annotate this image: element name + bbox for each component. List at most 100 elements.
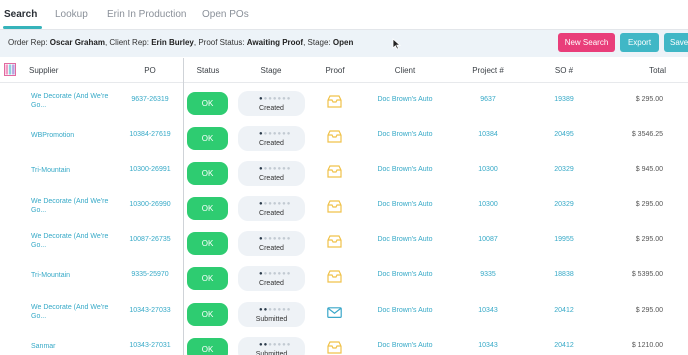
project-link[interactable]: 10300 xyxy=(478,201,497,208)
so-link[interactable]: 18838 xyxy=(554,271,573,278)
status-ok-button[interactable]: OK xyxy=(187,162,228,185)
client-link[interactable]: Doc Brown's Auto xyxy=(377,96,432,103)
project-link[interactable]: 10384 xyxy=(478,131,497,138)
criteria-order-rep-value: Oscar Graham xyxy=(49,38,105,47)
stage-indicator[interactable]: ●●●●●●● Submitted xyxy=(238,337,305,355)
column-header-stage[interactable]: Stage xyxy=(261,66,282,75)
new-search-button[interactable]: New Search xyxy=(558,33,615,52)
po-link[interactable]: 10384-27619 xyxy=(129,131,170,138)
table-row: WBPromotion 10384-27619 OK ●●●●●●● Created Do… xyxy=(0,121,688,157)
mail-open-icon[interactable] xyxy=(327,270,342,283)
save-button[interactable]: Save xyxy=(664,33,688,52)
tab-lookup[interactable]: Lookup xyxy=(55,9,88,20)
mail-open-icon[interactable] xyxy=(327,235,342,248)
po-link[interactable]: 9637-26319 xyxy=(131,96,168,103)
criteria-client-rep-value: Erin Burley xyxy=(151,38,194,47)
status-ok-button[interactable]: OK xyxy=(187,127,228,150)
tab-search[interactable]: Search xyxy=(4,9,37,20)
status-ok-button[interactable]: OK xyxy=(187,303,228,326)
stage-indicator[interactable]: ●●●●●●● Created xyxy=(238,126,305,151)
supplier-link[interactable]: We Decorate (And We're Go... xyxy=(31,303,121,321)
so-link[interactable]: 20412 xyxy=(554,307,573,314)
tab-erin-in-production[interactable]: Erin In Production xyxy=(107,9,187,20)
mail-open-icon[interactable] xyxy=(327,130,342,143)
criteria-proof-status-label: , Proof Status: xyxy=(193,38,247,47)
po-link[interactable]: 10300-26991 xyxy=(129,166,170,173)
so-link[interactable]: 20329 xyxy=(554,201,573,208)
total-value: $ 295.00 xyxy=(635,307,663,314)
so-link[interactable]: 20412 xyxy=(554,342,573,349)
export-button[interactable]: Export xyxy=(620,33,659,52)
status-ok-button[interactable]: OK xyxy=(187,232,228,255)
project-link[interactable]: 9637 xyxy=(480,96,496,103)
total-value: $ 295.00 xyxy=(635,201,663,208)
column-header-client[interactable]: Client xyxy=(395,66,415,75)
so-link[interactable]: 19955 xyxy=(554,236,573,243)
po-link[interactable]: 10343-27033 xyxy=(129,307,170,314)
columns-icon[interactable] xyxy=(4,63,16,76)
stage-indicator[interactable]: ●●●●●●● Created xyxy=(238,161,305,186)
po-link[interactable]: 10087-26735 xyxy=(129,236,170,243)
client-link[interactable]: Doc Brown's Auto xyxy=(377,342,432,349)
table-row: We Decorate (And We're Go... 10300-26990 O… xyxy=(0,191,688,227)
supplier-link[interactable]: WBPromotion xyxy=(31,131,121,140)
client-link[interactable]: Doc Brown's Auto xyxy=(377,166,432,173)
status-ok-button[interactable]: OK xyxy=(187,338,228,355)
column-header-total[interactable]: Total xyxy=(649,66,666,75)
supplier-link[interactable]: We Decorate (And We're Go... xyxy=(31,232,121,250)
project-link[interactable]: 10300 xyxy=(478,166,497,173)
status-ok-button[interactable]: OK xyxy=(187,92,228,115)
stage-indicator[interactable]: ●●●●●●● Created xyxy=(238,266,305,291)
stage-progress-dots: ●●●●●●● xyxy=(259,201,292,207)
supplier-link[interactable]: Tri-Mountain xyxy=(31,166,121,175)
so-link[interactable]: 19389 xyxy=(554,96,573,103)
column-header-proof[interactable]: Proof xyxy=(325,66,344,75)
stage-indicator[interactable]: ●●●●●●● Created xyxy=(238,91,305,116)
client-link[interactable]: Doc Brown's Auto xyxy=(377,201,432,208)
client-link[interactable]: Doc Brown's Auto xyxy=(377,236,432,243)
stage-indicator[interactable]: ●●●●●●● Submitted xyxy=(238,302,305,327)
status-ok-button[interactable]: OK xyxy=(187,267,228,290)
supplier-link[interactable]: Tri-Mountain xyxy=(31,271,121,280)
so-link[interactable]: 20495 xyxy=(554,131,573,138)
client-link[interactable]: Doc Brown's Auto xyxy=(377,307,432,314)
envelope-icon[interactable] xyxy=(327,306,342,319)
criteria-proof-status-value: Awaiting Proof xyxy=(246,38,304,47)
status-ok-button[interactable]: OK xyxy=(187,197,228,220)
table-row: We Decorate (And We're Go... 10343-27033 O… xyxy=(0,297,688,333)
project-link[interactable]: 9335 xyxy=(480,271,496,278)
project-link[interactable]: 10343 xyxy=(478,307,497,314)
column-header-po[interactable]: PO xyxy=(144,66,156,75)
stage-progress-dots: ●●●●●●● xyxy=(259,96,292,102)
stage-label: Submitted xyxy=(255,351,288,355)
client-link[interactable]: Doc Brown's Auto xyxy=(377,131,432,138)
project-link[interactable]: 10343 xyxy=(478,342,497,349)
stage-progress-dots: ●●●●●●● xyxy=(259,307,292,313)
stage-progress-dots: ●●●●●●● xyxy=(259,236,292,242)
stage-indicator[interactable]: ●●●●●●● Created xyxy=(238,231,305,256)
stage-label: Created xyxy=(259,280,284,287)
mail-open-icon[interactable] xyxy=(327,165,342,178)
so-link[interactable]: 20329 xyxy=(554,166,573,173)
mail-open-icon[interactable] xyxy=(327,341,342,354)
project-link[interactable]: 10087 xyxy=(478,236,497,243)
supplier-link[interactable]: Sanmar xyxy=(31,342,121,351)
po-link[interactable]: 9335-25970 xyxy=(131,271,168,278)
criteria-client-rep-label: , Client Rep: xyxy=(104,38,152,47)
column-header-project[interactable]: Project # xyxy=(472,66,504,75)
column-header-so[interactable]: SO # xyxy=(555,66,573,75)
po-link[interactable]: 10343-27031 xyxy=(129,342,170,349)
tab-open-pos[interactable]: Open POs xyxy=(202,9,249,20)
total-value: $ 945.00 xyxy=(635,166,663,173)
po-link[interactable]: 10300-26990 xyxy=(129,201,170,208)
stage-label: Created xyxy=(259,175,284,182)
column-header-supplier[interactable]: Supplier xyxy=(29,66,58,75)
search-criteria-summary: Order Rep: Oscar Graham, Client Rep: Eri… xyxy=(8,38,353,47)
client-link[interactable]: Doc Brown's Auto xyxy=(377,271,432,278)
supplier-link[interactable]: We Decorate (And We're Go... xyxy=(31,92,121,110)
supplier-link[interactable]: We Decorate (And We're Go... xyxy=(31,197,121,215)
column-header-status[interactable]: Status xyxy=(197,66,220,75)
mail-open-icon[interactable] xyxy=(327,95,342,108)
stage-indicator[interactable]: ●●●●●●● Created xyxy=(238,196,305,221)
mail-open-icon[interactable] xyxy=(327,200,342,213)
